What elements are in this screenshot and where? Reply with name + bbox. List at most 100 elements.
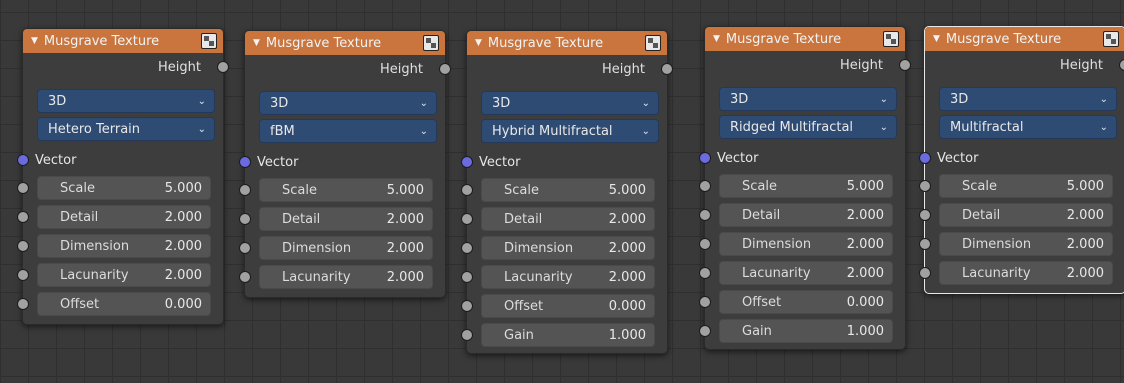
output-socket[interactable] [439,63,451,75]
input-socket[interactable] [239,213,251,225]
dimensions-select[interactable]: 3D ⌄ [719,87,897,111]
node-header[interactable]: ▼ Musgrave Texture [925,27,1124,51]
collapse-arrow-icon[interactable]: ▼ [31,36,38,46]
preview-toggle-icon[interactable] [1103,31,1119,47]
input-socket[interactable] [919,209,931,221]
vector-socket[interactable] [699,152,711,164]
node-header[interactable]: ▼ Musgrave Texture [467,31,667,55]
collapse-arrow-icon[interactable]: ▼ [933,34,940,44]
output-socket[interactable] [661,63,673,75]
offset-field[interactable]: Offset 0.000 [37,292,211,316]
field-value: 1.000 [608,327,646,343]
input-socket[interactable] [461,329,473,341]
vector-socket[interactable] [919,152,931,164]
input-socket[interactable] [461,184,473,196]
collapse-arrow-icon[interactable]: ▼ [713,34,720,44]
field-row-scale: Scale 5.000 [17,173,223,202]
input-socket[interactable] [919,267,931,279]
node-header[interactable]: ▼ Musgrave Texture [245,31,445,55]
node-header[interactable]: ▼ Musgrave Texture [23,29,223,53]
dimensions-select[interactable]: 3D ⌄ [481,91,659,115]
dimensions-value: 3D [48,93,67,109]
musgrave-node-3[interactable]: ▼ Musgrave Texture Height 3D ⌄ Hybrid Mu… [461,30,673,354]
scale-field[interactable]: Scale 5.000 [939,174,1113,198]
collapse-arrow-icon[interactable]: ▼ [475,38,482,48]
musgrave-node-1[interactable]: ▼ Musgrave Texture Height 3D ⌄ Hetero Te… [17,28,229,325]
dimensions-select[interactable]: 3D ⌄ [939,87,1117,111]
scale-field[interactable]: Scale 5.000 [481,178,655,202]
lacunarity-field[interactable]: Lacunarity 2.000 [719,261,893,285]
vector-socket[interactable] [17,154,29,166]
detail-field[interactable]: Detail 2.000 [481,207,655,231]
dimension-field[interactable]: Dimension 2.000 [259,236,433,260]
musgrave-type-select[interactable]: fBM ⌄ [259,119,437,143]
musgrave-type-select[interactable]: Multifractal ⌄ [939,115,1117,139]
musgrave-type-select[interactable]: Hybrid Multifractal ⌄ [481,119,659,143]
input-socket[interactable] [699,267,711,279]
dimensions-select[interactable]: 3D ⌄ [37,89,215,113]
output-label: Height [1060,57,1103,73]
input-socket[interactable] [699,180,711,192]
input-socket[interactable] [919,180,931,192]
field-row-detail: Detail 2.000 [239,204,445,233]
dimensions-select[interactable]: 3D ⌄ [259,91,437,115]
scale-field[interactable]: Scale 5.000 [719,174,893,198]
input-socket[interactable] [699,296,711,308]
dimension-field[interactable]: Dimension 2.000 [481,236,655,260]
input-socket[interactable] [461,242,473,254]
field-row-gain: Gain 1.000 [699,316,905,345]
preview-toggle-icon[interactable] [883,31,899,47]
input-socket[interactable] [17,211,29,223]
output-socket[interactable] [217,61,229,73]
detail-field[interactable]: Detail 2.000 [259,207,433,231]
dimension-field[interactable]: Dimension 2.000 [719,232,893,256]
offset-field[interactable]: Offset 0.000 [481,294,655,318]
node-header[interactable]: ▼ Musgrave Texture [705,27,905,51]
musgrave-type-select[interactable]: Ridged Multifractal ⌄ [719,115,897,139]
input-socket[interactable] [699,209,711,221]
input-socket[interactable] [699,238,711,250]
detail-field[interactable]: Detail 2.000 [719,203,893,227]
chevron-down-icon: ⌄ [641,125,650,137]
scale-field[interactable]: Scale 5.000 [259,178,433,202]
musgrave-node-5[interactable]: ▼ Musgrave Texture Height 3D ⌄ Multifrac… [919,26,1124,294]
input-socket[interactable] [239,242,251,254]
input-socket[interactable] [461,300,473,312]
input-socket[interactable] [17,269,29,281]
lacunarity-field[interactable]: Lacunarity 2.000 [939,261,1113,285]
collapse-arrow-icon[interactable]: ▼ [253,38,260,48]
detail-field[interactable]: Detail 2.000 [37,205,211,229]
musgrave-node-4[interactable]: ▼ Musgrave Texture Height 3D ⌄ Ridged Mu… [699,26,911,350]
input-socket[interactable] [17,240,29,252]
input-socket[interactable] [919,238,931,250]
field-label: Lacunarity [282,269,351,285]
gain-field[interactable]: Gain 1.000 [719,319,893,343]
musgrave-type-select[interactable]: Hetero Terrain ⌄ [37,117,215,141]
input-socket[interactable] [239,184,251,196]
field-value: 2.000 [608,211,646,227]
input-socket[interactable] [461,213,473,225]
preview-toggle-icon[interactable] [645,35,661,51]
input-socket[interactable] [17,182,29,194]
output-socket[interactable] [1119,59,1124,71]
vector-socket[interactable] [239,156,251,168]
lacunarity-field[interactable]: Lacunarity 2.000 [481,265,655,289]
lacunarity-field[interactable]: Lacunarity 2.000 [37,263,211,287]
offset-field[interactable]: Offset 0.000 [719,290,893,314]
musgrave-type-value: Hetero Terrain [48,121,141,137]
gain-field[interactable]: Gain 1.000 [481,323,655,347]
detail-field[interactable]: Detail 2.000 [939,203,1113,227]
output-socket[interactable] [899,59,911,71]
vector-socket[interactable] [461,156,473,168]
preview-toggle-icon[interactable] [423,35,439,51]
scale-field[interactable]: Scale 5.000 [37,176,211,200]
input-socket[interactable] [461,271,473,283]
input-socket[interactable] [17,298,29,310]
preview-toggle-icon[interactable] [201,33,217,49]
dimension-field[interactable]: Dimension 2.000 [939,232,1113,256]
musgrave-node-2[interactable]: ▼ Musgrave Texture Height 3D ⌄ fBM ⌄ Vec… [239,30,451,298]
lacunarity-field[interactable]: Lacunarity 2.000 [259,265,433,289]
input-socket[interactable] [699,325,711,337]
input-socket[interactable] [239,271,251,283]
dimension-field[interactable]: Dimension 2.000 [37,234,211,258]
